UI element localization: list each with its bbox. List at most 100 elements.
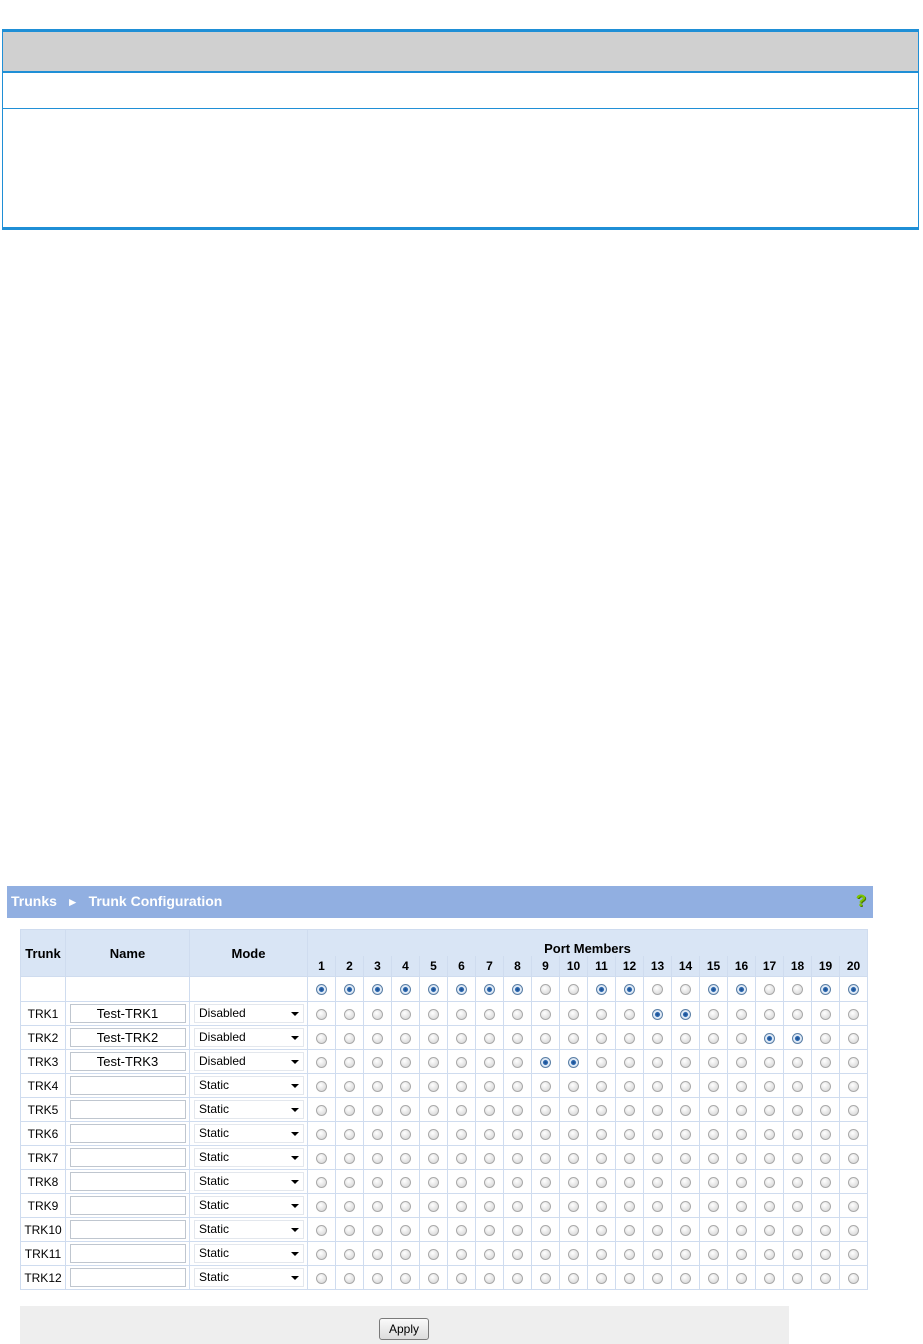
port-radio-16[interactable] — [736, 1224, 747, 1236]
port-radio-2[interactable] — [344, 1176, 355, 1188]
port-radio-11[interactable] — [596, 1056, 607, 1068]
trunk-name-input[interactable] — [69, 1148, 186, 1167]
port-radio-16[interactable] — [736, 1056, 747, 1068]
port-radio-10[interactable] — [568, 1248, 579, 1260]
port-radio-14[interactable] — [680, 1104, 691, 1116]
port-radio-17[interactable] — [764, 1104, 775, 1116]
port-radio-19[interactable] — [820, 1176, 831, 1188]
port-radio-8[interactable] — [512, 1200, 523, 1212]
port-radio-9[interactable] — [540, 1104, 551, 1116]
port-radio-18[interactable] — [792, 1176, 803, 1188]
port-radio-14[interactable] — [680, 1176, 691, 1188]
port-radio-11[interactable] — [596, 1152, 607, 1164]
port-radio-10[interactable] — [568, 1080, 579, 1092]
help-icon[interactable]: ? — [855, 892, 867, 910]
port-radio-16[interactable] — [736, 1152, 747, 1164]
port-radio-9[interactable] — [540, 984, 551, 996]
port-radio-20[interactable] — [848, 1272, 859, 1284]
port-radio-17[interactable] — [764, 1272, 775, 1284]
port-radio-15[interactable] — [708, 1272, 719, 1284]
port-radio-9[interactable] — [540, 1032, 551, 1044]
port-radio-20[interactable] — [848, 1152, 859, 1164]
port-radio-18[interactable] — [792, 1080, 803, 1092]
port-radio-14[interactable] — [680, 1152, 691, 1164]
port-radio-6[interactable] — [456, 1248, 467, 1260]
port-radio-1[interactable] — [316, 1224, 327, 1236]
port-radio-7[interactable] — [484, 1056, 495, 1068]
port-radio-5[interactable] — [428, 1224, 439, 1236]
port-radio-18[interactable] — [792, 984, 803, 996]
port-radio-13[interactable] — [652, 1200, 663, 1212]
port-radio-19[interactable] — [820, 1104, 831, 1116]
port-radio-9[interactable] — [540, 1008, 551, 1020]
port-radio-20[interactable] — [848, 1104, 859, 1116]
port-radio-20[interactable] — [848, 1224, 859, 1236]
port-radio-12[interactable] — [624, 1176, 635, 1188]
port-radio-7[interactable] — [484, 1080, 495, 1092]
trunk-mode-select[interactable]: Static — [194, 1172, 304, 1191]
port-radio-9[interactable] — [540, 1152, 551, 1164]
trunk-mode-select[interactable]: Static — [194, 1244, 304, 1263]
port-radio-3[interactable] — [372, 1008, 383, 1020]
port-radio-12[interactable] — [624, 1248, 635, 1260]
port-radio-17[interactable] — [764, 1248, 775, 1260]
port-radio-3[interactable] — [372, 1104, 383, 1116]
port-radio-3[interactable] — [372, 1152, 383, 1164]
port-radio-8[interactable] — [512, 1176, 523, 1188]
port-radio-16[interactable] — [736, 1248, 747, 1260]
port-radio-selected-2[interactable] — [344, 984, 355, 996]
trunk-mode-select[interactable]: Disabled — [194, 1052, 304, 1071]
trunk-name-input[interactable] — [69, 1244, 186, 1263]
port-radio-11[interactable] — [596, 1128, 607, 1140]
port-radio-15[interactable] — [708, 1248, 719, 1260]
port-radio-11[interactable] — [596, 1248, 607, 1260]
port-radio-selected-5[interactable] — [428, 984, 439, 996]
port-radio-13[interactable] — [652, 1176, 663, 1188]
port-radio-5[interactable] — [428, 1248, 439, 1260]
port-radio-19[interactable] — [820, 1248, 831, 1260]
port-radio-12[interactable] — [624, 1272, 635, 1284]
port-radio-9[interactable] — [540, 1080, 551, 1092]
port-radio-7[interactable] — [484, 1152, 495, 1164]
port-radio-6[interactable] — [456, 1152, 467, 1164]
port-radio-13[interactable] — [652, 1272, 663, 1284]
port-radio-1[interactable] — [316, 1128, 327, 1140]
port-radio-8[interactable] — [512, 1008, 523, 1020]
port-radio-7[interactable] — [484, 1272, 495, 1284]
port-radio-9[interactable] — [540, 1248, 551, 1260]
port-radio-4[interactable] — [400, 1200, 411, 1212]
port-radio-6[interactable] — [456, 1128, 467, 1140]
port-radio-10[interactable] — [568, 1176, 579, 1188]
port-radio-selected-20[interactable] — [848, 984, 859, 996]
port-radio-16[interactable] — [736, 1200, 747, 1212]
port-radio-5[interactable] — [428, 1032, 439, 1044]
port-radio-8[interactable] — [512, 1032, 523, 1044]
port-radio-18[interactable] — [792, 1128, 803, 1140]
port-radio-10[interactable] — [568, 1224, 579, 1236]
port-radio-3[interactable] — [372, 1176, 383, 1188]
trunk-name-input[interactable] — [69, 1172, 186, 1191]
port-radio-selected-11[interactable] — [596, 984, 607, 996]
port-radio-14[interactable] — [680, 1032, 691, 1044]
port-radio-selected-17[interactable] — [764, 1032, 775, 1044]
port-radio-15[interactable] — [708, 1200, 719, 1212]
port-radio-4[interactable] — [400, 1056, 411, 1068]
port-radio-10[interactable] — [568, 1152, 579, 1164]
port-radio-9[interactable] — [540, 1224, 551, 1236]
trunk-mode-select[interactable]: Static — [194, 1196, 304, 1215]
port-radio-11[interactable] — [596, 1176, 607, 1188]
trunk-mode-select[interactable]: Disabled — [194, 1004, 304, 1023]
port-radio-20[interactable] — [848, 1008, 859, 1020]
port-radio-8[interactable] — [512, 1272, 523, 1284]
port-radio-13[interactable] — [652, 1080, 663, 1092]
port-radio-18[interactable] — [792, 1104, 803, 1116]
port-radio-5[interactable] — [428, 1176, 439, 1188]
trunk-name-input[interactable] — [69, 1028, 186, 1047]
port-radio-16[interactable] — [736, 1176, 747, 1188]
port-radio-2[interactable] — [344, 1152, 355, 1164]
port-radio-1[interactable] — [316, 1272, 327, 1284]
port-radio-12[interactable] — [624, 1128, 635, 1140]
port-radio-17[interactable] — [764, 1128, 775, 1140]
port-radio-20[interactable] — [848, 1128, 859, 1140]
port-radio-2[interactable] — [344, 1032, 355, 1044]
